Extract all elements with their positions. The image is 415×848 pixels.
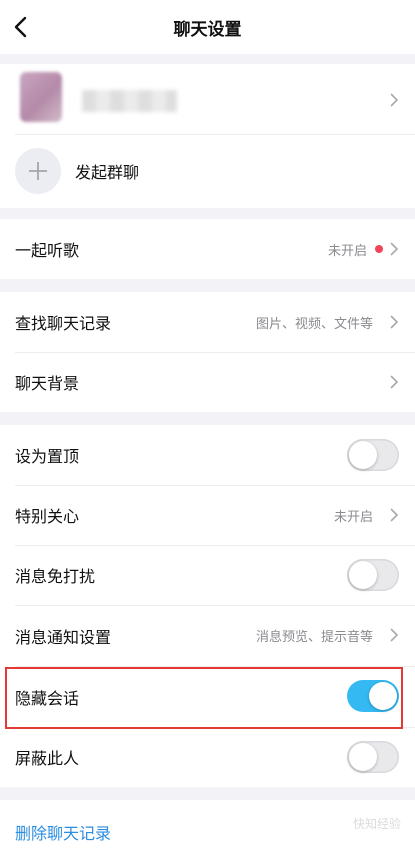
hide-chat-label: 隐藏会话	[15, 688, 80, 708]
chat-background-label: 聊天背景	[15, 374, 80, 393]
chat-background-row[interactable]: 聊天背景	[0, 352, 415, 412]
member-card	[0, 64, 415, 208]
notification-settings-sub: 消息预览、提示音等	[255, 630, 373, 645]
search-history-label: 查找聊天记录	[15, 314, 112, 333]
chevron-right-icon	[390, 375, 399, 389]
listen-together-label: 一起听歌	[15, 241, 80, 260]
page-title: 聊天设置	[173, 20, 242, 40]
search-history-sub: 图片、视频、文件等	[255, 316, 373, 332]
search-history-row[interactable]: 查找聊天记录 图片、视频、文件等	[0, 292, 415, 352]
chevron-right-icon	[390, 242, 399, 256]
chevron-right-icon	[390, 508, 399, 522]
start-group-label: 发起群聊	[75, 163, 140, 182]
pin-chat-row: 设为置顶	[0, 425, 415, 485]
toggle-knob	[349, 441, 377, 469]
special-care-row[interactable]: 特别关心 未开启	[0, 485, 415, 545]
special-care-status: 未开启	[333, 509, 373, 525]
listen-together-status: 未开启	[327, 243, 367, 259]
chevron-right-icon	[390, 628, 399, 642]
chevron-right-icon	[390, 315, 399, 329]
listen-together-content[interactable]: 一起听歌 未开启	[0, 219, 415, 279]
do-not-disturb-label: 消息免打扰	[15, 567, 96, 586]
toggle-knob	[349, 743, 377, 771]
notification-settings-label: 消息通知设置	[15, 627, 112, 647]
toggle-knob	[349, 561, 377, 589]
delete-history-button[interactable]: 删除聊天记录	[15, 820, 111, 844]
pin-chat-label: 设为置顶	[15, 447, 80, 466]
notification-settings-row[interactable]: 消息通知设置 消息预览、提示音等	[0, 605, 415, 666]
watermark: 快知经验	[352, 817, 401, 831]
toggle-knob	[369, 682, 397, 710]
contact-avatar[interactable]	[20, 72, 62, 122]
hide-chat-row: 隐藏会话	[0, 666, 415, 727]
special-care-label: 特别关心	[15, 507, 80, 526]
block-contact-toggle[interactable]	[347, 741, 399, 773]
red-dot-badge	[375, 245, 383, 253]
pin-chat-toggle[interactable]	[347, 439, 399, 471]
start-group-row[interactable]: 发起群聊	[0, 160, 415, 182]
block-contact-row: 屏蔽此人	[0, 727, 415, 787]
do-not-disturb-row: 消息免打扰	[0, 545, 415, 605]
hide-chat-toggle[interactable]	[347, 680, 399, 712]
chevron-right-icon[interactable]	[390, 93, 399, 107]
contact-name-blurred	[82, 90, 177, 112]
nav-bar: 聊天设置	[0, 0, 415, 54]
do-not-disturb-toggle[interactable]	[347, 559, 399, 591]
block-contact-label: 屏蔽此人	[15, 749, 80, 768]
divider	[15, 134, 415, 135]
